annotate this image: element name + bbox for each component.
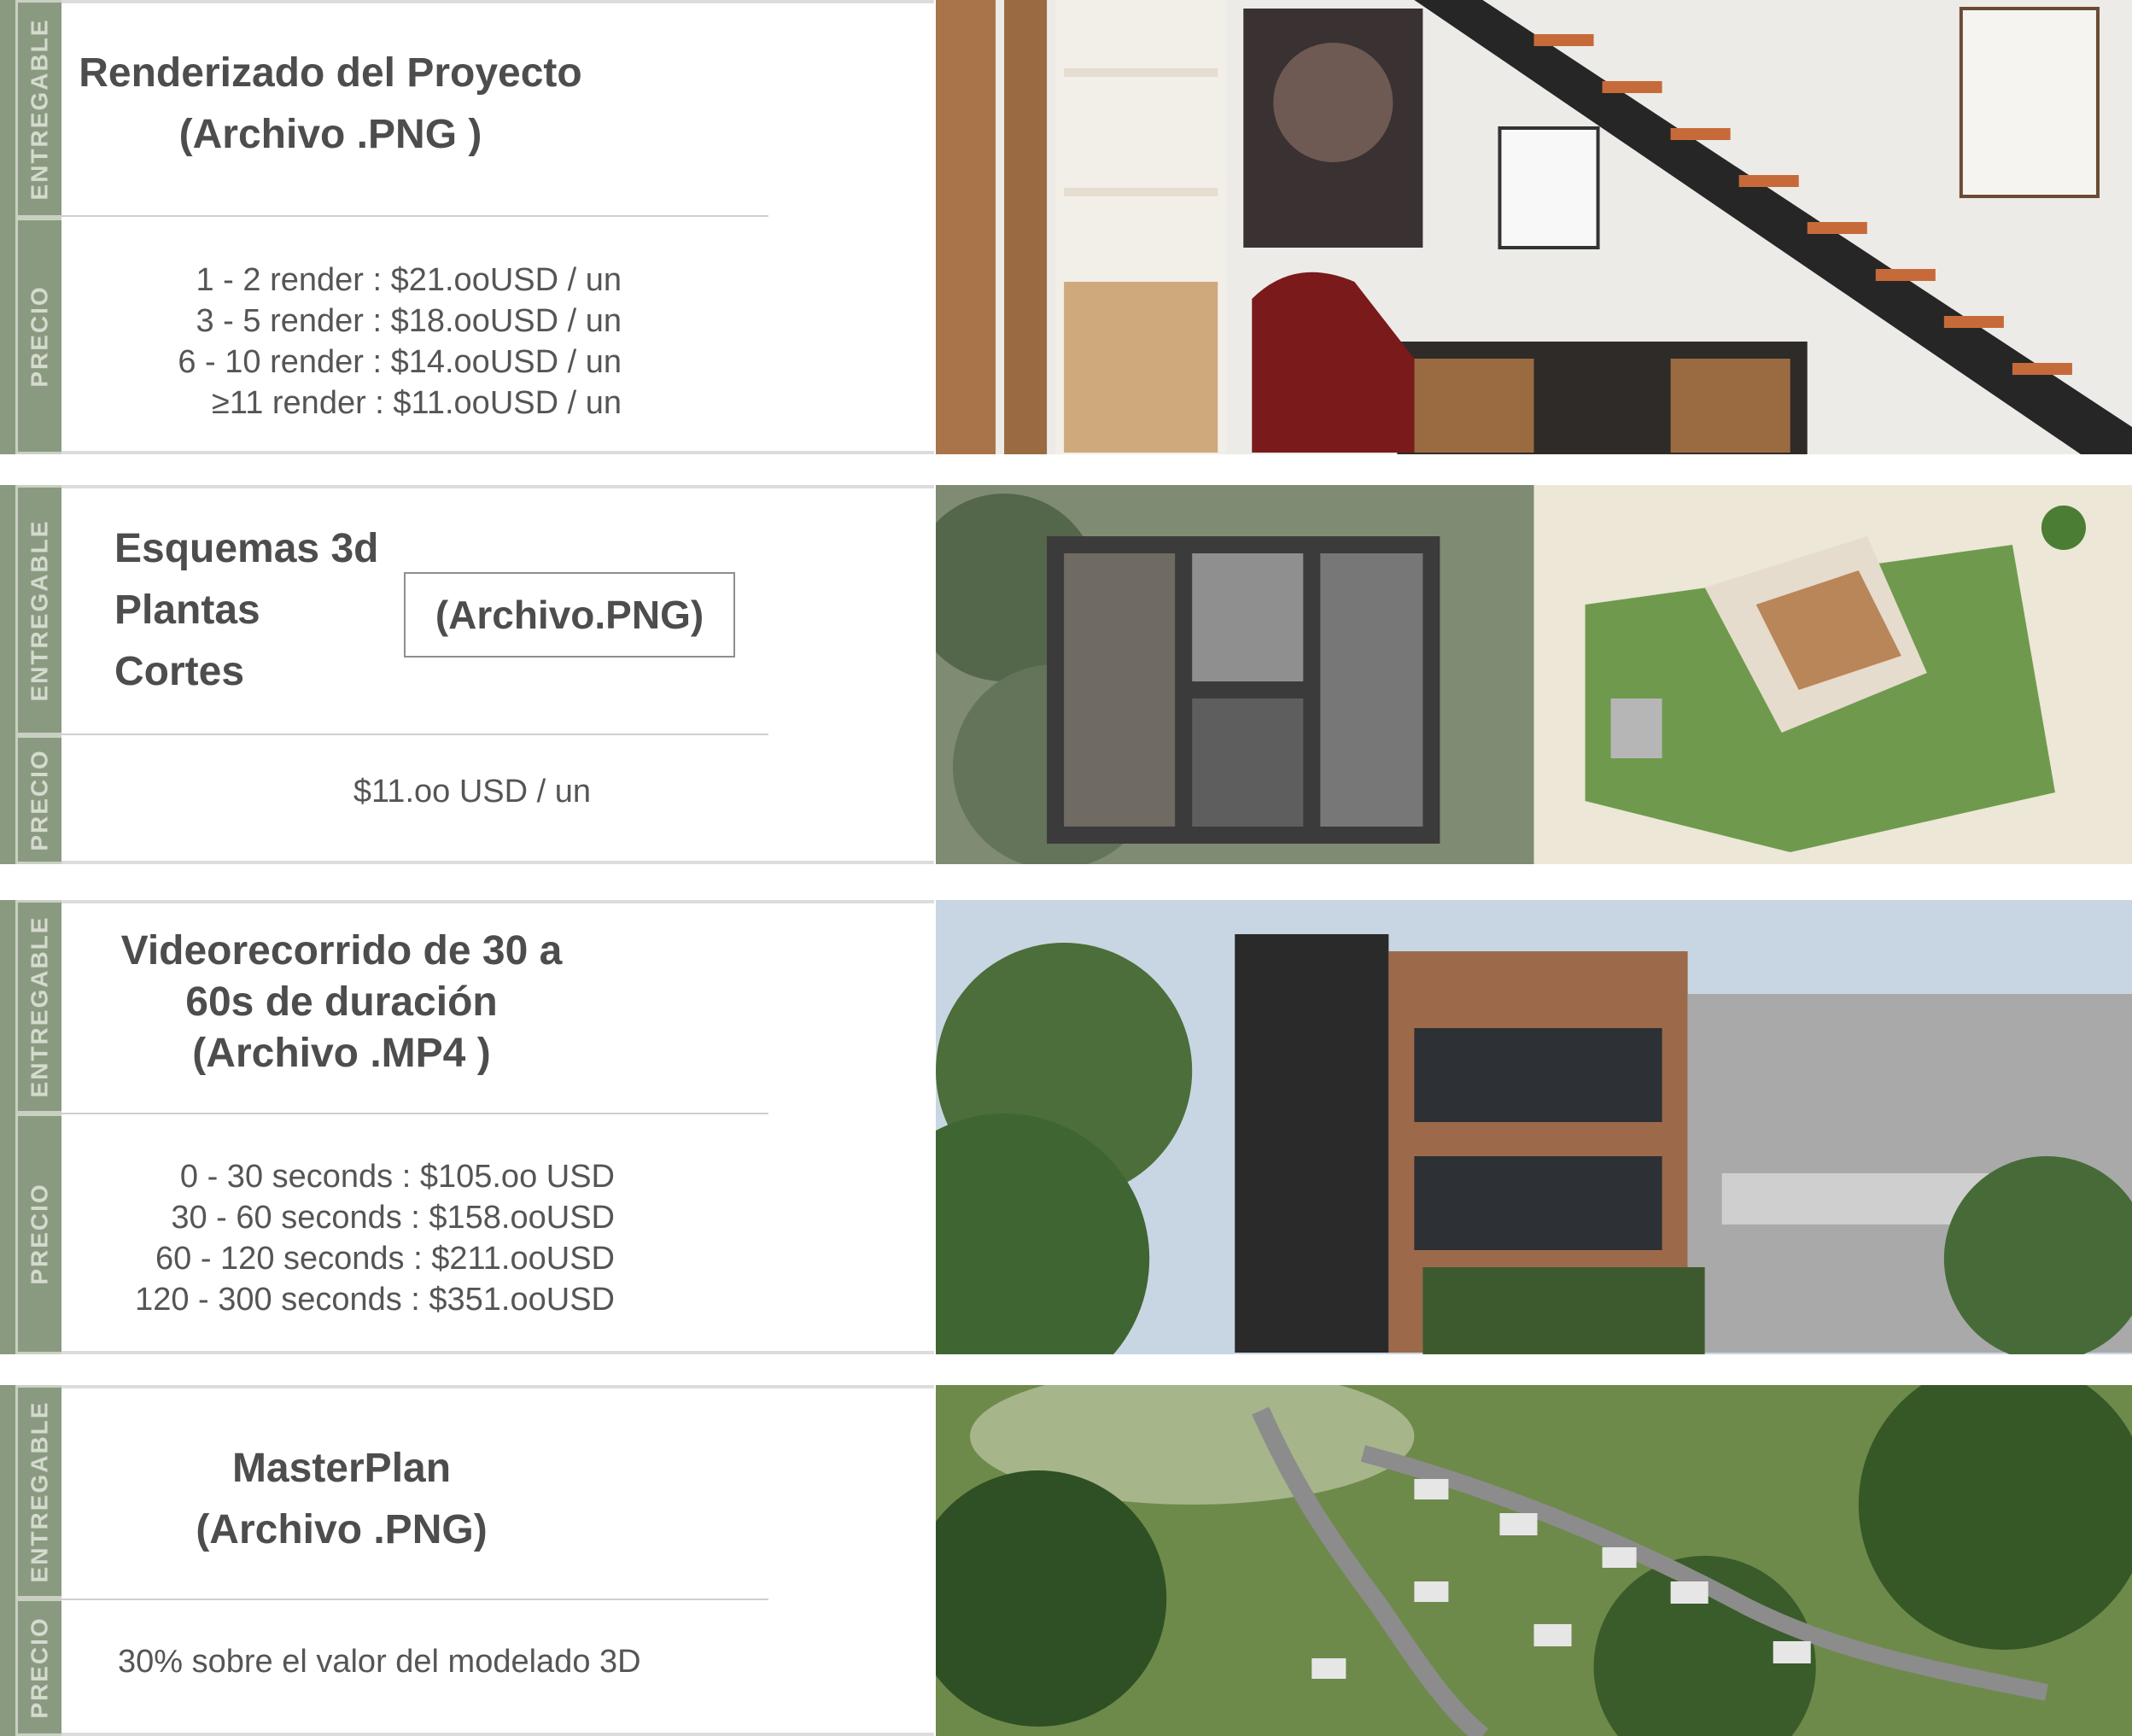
price-tab: PRECIO <box>15 1113 61 1354</box>
price-item: 30 - 60 seconds : $158.ooUSD <box>171 1200 615 1236</box>
section-divider <box>61 215 768 217</box>
deliverable-tab: ENTREGABLE <box>15 1385 61 1599</box>
file-type-label: (Archivo.PNG) <box>404 572 735 658</box>
deliverable-tab: ENTREGABLE <box>15 900 61 1113</box>
deliverable-tab: ENTREGABLE <box>15 485 61 735</box>
price-list: 1 - 2 render : $21.ooUSD / un 3 - 5 rend… <box>85 260 622 424</box>
section-title: MasterPlan (Archivo .PNG) <box>196 1446 488 1552</box>
section-rail: ENTREGABLE PRECIO <box>0 0 61 454</box>
masterplan-aerial-image <box>936 1385 2132 1736</box>
building-render-image <box>936 900 2132 1354</box>
price-item: 60 - 120 seconds : $211.ooUSD <box>155 1241 615 1277</box>
deliverable-tab: ENTREGABLE <box>15 0 61 218</box>
section-divider <box>61 734 768 735</box>
section-masterplan: ENTREGABLE PRECIO MasterPlan (Archivo .P… <box>0 1385 2132 1736</box>
section-title: Videorecorrido de 30 a 60s de duración (… <box>120 928 563 1076</box>
price-item: $11.oo USD / un <box>353 774 591 810</box>
price-item: 120 - 300 seconds : $351.ooUSD <box>135 1282 615 1318</box>
price-tab: PRECIO <box>15 1599 61 1736</box>
price-item: ≥11 render : $11.ooUSD / un <box>212 385 622 421</box>
price-list: 0 - 30 seconds : $105.oo USD 30 - 60 sec… <box>68 1156 615 1320</box>
section-rail: ENTREGABLE PRECIO <box>0 900 61 1354</box>
price-item: 6 - 10 render : $14.ooUSD / un <box>178 344 622 380</box>
price-list: $11.oo USD / un <box>61 771 591 812</box>
section-divider <box>61 1599 768 1600</box>
section-title: Esquemas 3d Plantas Cortes <box>114 526 379 694</box>
price-list: 30% sobre el valor del modelado 3D <box>118 1641 716 1682</box>
price-item: 3 - 5 render : $18.ooUSD / un <box>196 303 622 339</box>
price-item: 30% sobre el valor del modelado 3D <box>118 1644 641 1680</box>
price-tab: PRECIO <box>15 218 61 454</box>
section-rail: ENTREGABLE PRECIO <box>0 1385 61 1736</box>
section-schemes: ENTREGABLE PRECIO Esquemas 3d Plantas Co… <box>0 485 2132 864</box>
section-render: ENTREGABLE PRECIO Renderizado del Proyec… <box>0 0 2132 454</box>
price-tab: PRECIO <box>15 735 61 864</box>
interior-render-image <box>936 0 2132 454</box>
section-rail: ENTREGABLE PRECIO <box>0 485 61 864</box>
price-item: 1 - 2 render : $21.ooUSD / un <box>196 262 622 298</box>
section-title: Renderizado del Proyecto (Archivo .PNG ) <box>79 50 582 157</box>
section-divider <box>61 1113 768 1114</box>
section-video: ENTREGABLE PRECIO Videorecorrido de 30 a… <box>0 900 2132 1354</box>
price-item: 0 - 30 seconds : $105.oo USD <box>179 1159 615 1195</box>
floor-plan-image <box>936 485 2132 864</box>
